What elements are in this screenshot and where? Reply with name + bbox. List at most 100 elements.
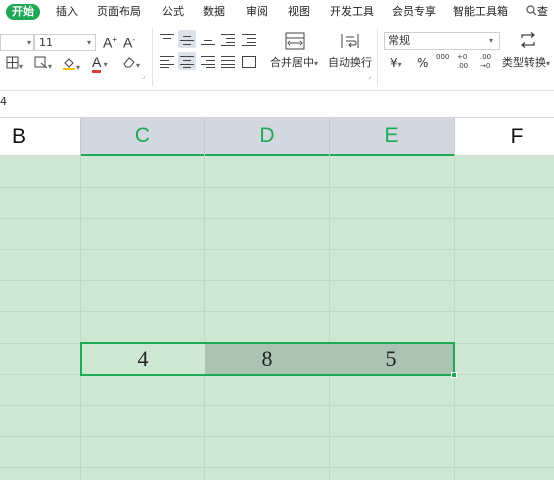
cell-d-value[interactable]: 8 xyxy=(205,343,329,375)
fill-color-button[interactable]: ▾ xyxy=(62,56,80,76)
formula-bar-value[interactable]: 4 xyxy=(0,95,7,108)
search-label: 查 xyxy=(537,5,548,18)
column-gridline xyxy=(80,156,81,480)
column-gridline xyxy=(204,156,205,480)
font-size-value: 11 xyxy=(39,36,53,49)
eraser-icon xyxy=(123,57,135,68)
justify-icon[interactable] xyxy=(221,56,235,69)
cell-e-value[interactable]: 5 xyxy=(329,343,453,375)
cell-style-button[interactable]: ▾ xyxy=(34,56,52,75)
column-label: B xyxy=(11,124,26,148)
row-gridline xyxy=(0,187,554,188)
column-header-b[interactable]: B xyxy=(0,118,80,156)
font-color-button[interactable]: A ▾ xyxy=(92,54,108,73)
column-gridline xyxy=(454,156,455,480)
cell-text: 8 xyxy=(261,346,273,371)
tab-view[interactable]: 视图 xyxy=(288,4,310,20)
font-color-icon: A xyxy=(92,54,102,73)
tab-page-layout[interactable]: 页面布局 xyxy=(97,4,141,20)
currency-icon: ¥ xyxy=(390,56,398,70)
separator xyxy=(152,28,153,86)
cell-text: 4 xyxy=(137,346,149,371)
decrease-decimal-button[interactable]: .00 →0 xyxy=(480,53,496,71)
currency-button[interactable]: ¥▾ xyxy=(390,55,402,73)
column-label: C xyxy=(134,124,151,147)
number-format-value: 常规 xyxy=(388,34,410,47)
wrap-text-icon xyxy=(340,32,360,55)
column-header-f[interactable]: F xyxy=(454,118,554,156)
row-gridline xyxy=(0,405,554,406)
font-name-dropdown[interactable]: ▾ xyxy=(0,34,34,51)
column-label: D xyxy=(259,124,275,147)
merge-center-button[interactable]: 合并居中▾ xyxy=(270,55,318,72)
column-divider xyxy=(204,118,205,156)
search-icon xyxy=(526,5,537,16)
align-middle-icon[interactable] xyxy=(180,34,194,46)
chevron-down-icon: ▾ xyxy=(87,38,92,47)
cell-text: 5 xyxy=(385,346,397,371)
fill-handle[interactable] xyxy=(451,372,457,378)
cell-style-icon xyxy=(34,56,48,69)
grow-font-button[interactable]: A+ xyxy=(103,32,117,51)
wrap-text-button[interactable]: 自动换行 xyxy=(328,55,372,71)
increase-indent-icon[interactable] xyxy=(242,34,256,47)
row-gridline xyxy=(0,311,554,312)
column-header-e[interactable]: E xyxy=(329,118,454,156)
font-size-dropdown[interactable]: 11 ▾ xyxy=(34,34,96,51)
tab-insert[interactable]: 插入 xyxy=(56,4,78,20)
font-dialog-launcher[interactable]: ⌟ xyxy=(142,68,145,84)
row-gridline xyxy=(0,467,554,468)
column-gridline xyxy=(329,156,330,480)
row-gridline xyxy=(0,280,554,281)
formula-bar[interactable]: 4 xyxy=(0,90,554,118)
percent-button[interactable]: % xyxy=(417,55,428,71)
column-label: E xyxy=(384,124,399,147)
row-gridline xyxy=(0,218,554,219)
align-left-icon[interactable] xyxy=(160,56,174,69)
merge-center-label: 合并居中 xyxy=(270,56,314,69)
align-bottom-icon[interactable] xyxy=(201,34,215,46)
column-divider xyxy=(329,118,330,156)
chevron-down-icon: ▾ xyxy=(27,38,32,47)
column-header-d[interactable]: D xyxy=(205,118,329,156)
number-format-dropdown[interactable]: 常规 ▾ xyxy=(384,32,500,50)
separator xyxy=(377,28,378,86)
row-gridline xyxy=(0,249,554,250)
column-divider xyxy=(454,118,455,156)
worksheet-grid[interactable] xyxy=(0,156,554,480)
row-gridline xyxy=(0,436,554,437)
column-header-c[interactable]: C xyxy=(80,118,205,156)
grow-font-icon: A xyxy=(103,34,113,51)
increase-decimal-button[interactable]: +0 .00 xyxy=(457,53,473,71)
tab-data[interactable]: 数据 xyxy=(203,4,225,20)
type-convert-button[interactable]: 类型转换▾ xyxy=(502,55,550,72)
tab-member[interactable]: 会员专享 xyxy=(392,4,436,20)
search-button[interactable]: 查 xyxy=(526,4,548,20)
align-top-icon[interactable] xyxy=(160,34,174,46)
tab-formulas[interactable]: 公式 xyxy=(162,4,184,20)
merge-icon xyxy=(285,32,305,55)
clear-button[interactable]: ▾ xyxy=(122,55,140,74)
ribbon-toolbar: ▾ 11 ▾ A+ A- ▾ ▾ ▾ A ▾ ▾ ⌟ 合并居中▾ 自动换行 ⌟ xyxy=(0,24,554,90)
borders-icon xyxy=(6,56,19,69)
align-right-icon[interactable] xyxy=(201,56,215,69)
chevron-down-icon: ▾ xyxy=(489,36,494,45)
tab-developer[interactable]: 开发工具 xyxy=(330,4,374,20)
type-convert-icon xyxy=(519,32,537,53)
tab-review[interactable]: 审阅 xyxy=(246,4,268,20)
tab-smart-toolbox[interactable]: 智能工具箱 xyxy=(453,4,508,20)
cell-c-value[interactable]: 4 xyxy=(81,343,205,375)
shrink-font-button[interactable]: A- xyxy=(123,32,135,51)
column-label: F xyxy=(510,124,524,148)
fill-bucket-icon xyxy=(63,58,75,70)
distributed-icon[interactable] xyxy=(242,56,256,69)
align-center-icon[interactable] xyxy=(180,56,194,69)
shrink-font-icon: A xyxy=(123,34,133,51)
alignment-dialog-launcher[interactable]: ⌟ xyxy=(368,68,371,84)
tab-home[interactable]: 开始 xyxy=(6,4,40,20)
thousands-button[interactable]: 000 xyxy=(436,53,449,62)
column-divider xyxy=(80,118,81,156)
borders-button[interactable]: ▾ xyxy=(6,56,23,75)
decrease-indent-icon[interactable] xyxy=(221,34,235,47)
menu-bar: 开始 插入 页面布局 公式 数据 审阅 视图 开发工具 会员专享 智能工具箱 查 xyxy=(0,0,554,24)
